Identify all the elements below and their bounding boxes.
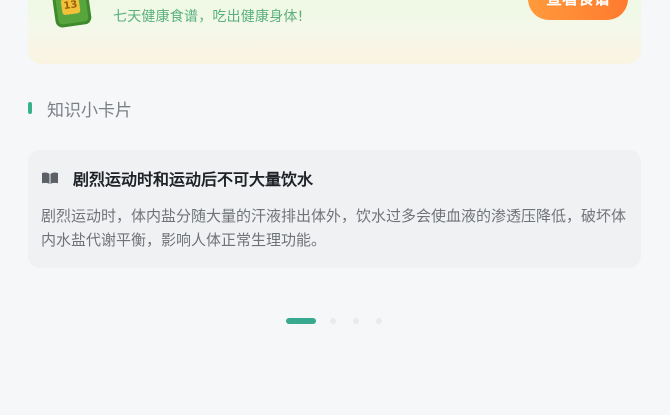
knowledge-section-header: 知识小卡片 bbox=[28, 96, 132, 121]
card-header: 剧烈运动时和运动后不可大量饮水 bbox=[41, 168, 314, 189]
carousel-pager bbox=[286, 318, 399, 324]
knowledge-card[interactable]: 剧烈运动时和运动后不可大量饮水 剧烈运动时，体内盐分随大量的汗液排出体外，饮水过… bbox=[28, 150, 641, 268]
recipe-book-icon: 13 bbox=[51, 0, 93, 29]
view-recipes-button[interactable]: 查看食谱 bbox=[527, 0, 628, 20]
book-icon bbox=[41, 171, 59, 185]
pager-dot[interactable] bbox=[353, 318, 359, 324]
recipe-book-icon-text: 13 bbox=[60, 0, 81, 16]
section-accent-bar bbox=[28, 102, 32, 114]
pager-dot[interactable] bbox=[376, 318, 382, 324]
banner-subtitle: 七天健康食谱，吃出健康身体! bbox=[113, 9, 304, 25]
recipe-banner: 13 七天健康食谱，吃出健康身体! 查看食谱 bbox=[28, 0, 641, 64]
card-body: 剧烈运动时，体内盐分随大量的汗液排出体外，饮水过多会使血液的渗透压降低，破坏体内… bbox=[41, 207, 627, 249]
section-title: 知识小卡片 bbox=[47, 100, 132, 121]
pager-dot[interactable] bbox=[330, 318, 336, 324]
pager-dot-active[interactable] bbox=[286, 318, 316, 324]
card-title: 剧烈运动时和运动后不可大量饮水 bbox=[73, 170, 314, 189]
